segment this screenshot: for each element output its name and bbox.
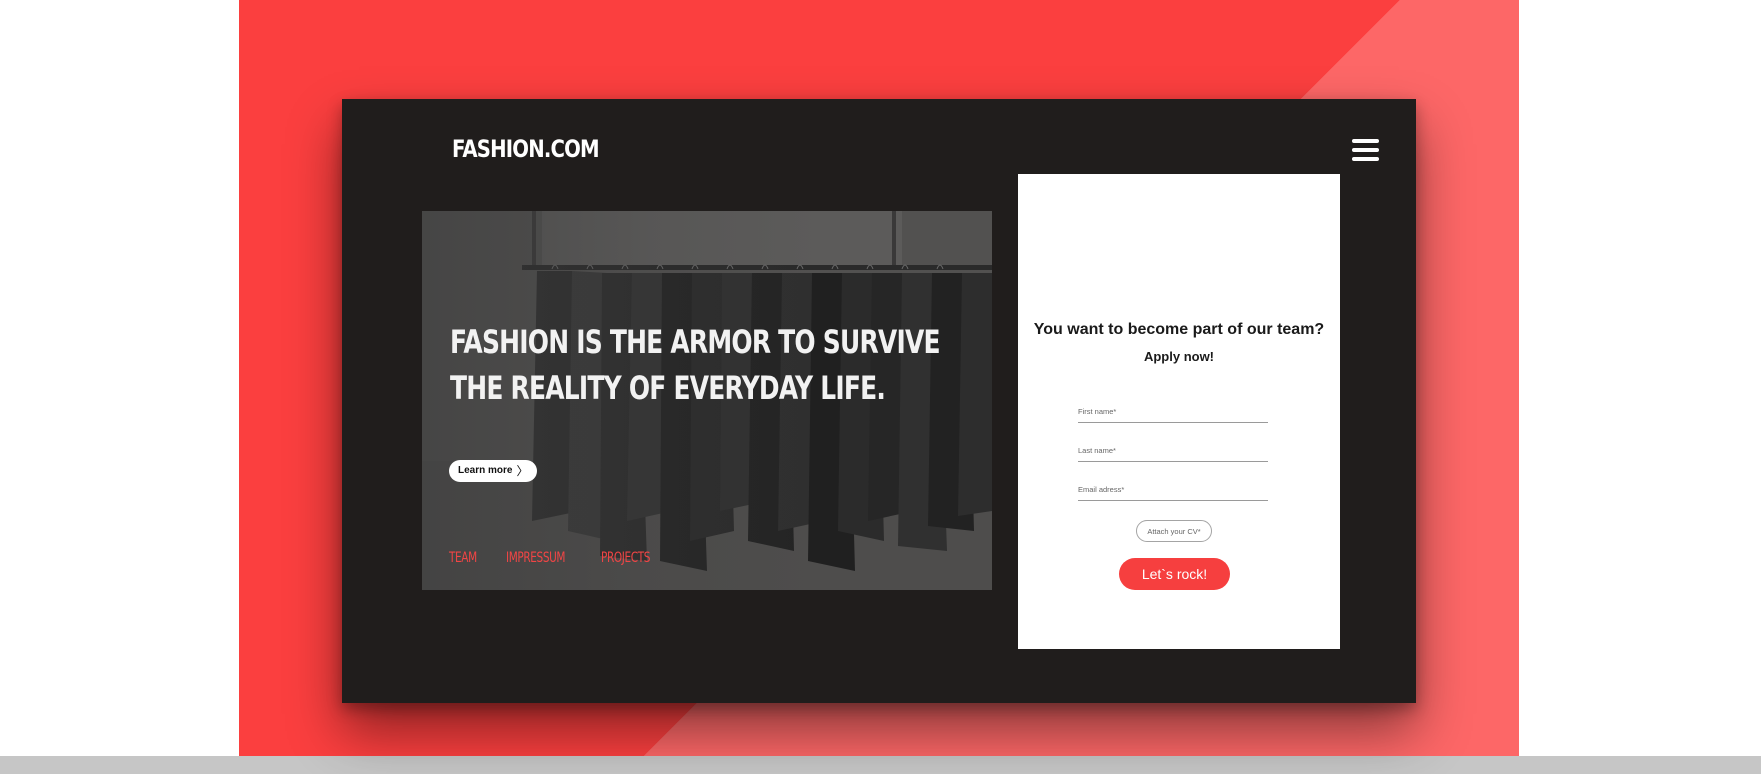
last-name-field-wrap (1078, 440, 1268, 462)
learn-more-button[interactable]: Learn more 〉 (449, 460, 538, 482)
email-field-wrap (1078, 479, 1268, 501)
first-name-field-wrap (1078, 401, 1268, 423)
learn-more-label: Learn more (458, 465, 513, 476)
hero-headline: FASHION IS THE ARMOR TO SURVIVE THE REAL… (450, 319, 941, 411)
submit-button[interactable]: Let`s rock! (1119, 558, 1230, 590)
email-field[interactable] (1078, 485, 1268, 501)
bottom-bar (0, 756, 1761, 774)
chevron-right-icon: 〉 (516, 464, 529, 478)
last-name-field[interactable] (1078, 446, 1268, 462)
nav-link-impressum[interactable]: IMPRESSUM (506, 550, 565, 566)
hero-nav: TEAM IMPRESSUM PROJECTS (449, 550, 666, 566)
hero-headline-line-2: THE REALITY OF EVERYDAY LIFE. (450, 369, 886, 407)
nav-link-team[interactable]: TEAM (449, 550, 477, 566)
website-mockup: FASHION.COM FASHION IS THE ARMOR TO SURV… (342, 99, 1416, 703)
first-name-field[interactable] (1078, 407, 1268, 423)
form-subtitle: Apply now! (1143, 349, 1215, 364)
hamburger-menu-icon[interactable] (1352, 139, 1379, 161)
hero-headline-line-1: FASHION IS THE ARMOR TO SURVIVE (450, 323, 941, 361)
site-logo[interactable]: FASHION.COM (452, 135, 600, 163)
attach-cv-button[interactable]: Attach your CV* (1136, 520, 1212, 542)
nav-link-projects[interactable]: PROJECTS (601, 550, 650, 566)
form-title: You want to become part of our team? (1033, 321, 1325, 338)
application-form: You want to become part of our team? App… (1018, 174, 1340, 649)
hero-banner: FASHION IS THE ARMOR TO SURVIVE THE REAL… (422, 211, 992, 590)
